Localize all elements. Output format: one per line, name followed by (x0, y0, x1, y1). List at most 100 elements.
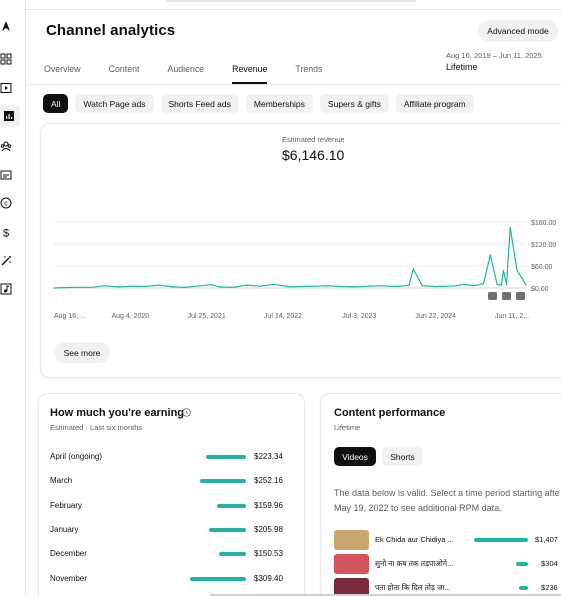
earning-value: $223.34 (254, 452, 283, 461)
data-point (408, 284, 410, 286)
tab-overview[interactable]: Overview (44, 64, 81, 84)
chip-shorts[interactable]: Shorts (382, 447, 423, 466)
earn-icon[interactable]: $ (0, 226, 12, 239)
revenue-filter-chips: All Watch Page ads Shorts Feed ads Membe… (43, 94, 481, 113)
data-point (104, 285, 106, 287)
date-range[interactable]: Aug 16, 2019 – Jun 11, 2025 (446, 51, 542, 60)
svg-text:c: c (4, 201, 8, 208)
audio-library-icon[interactable] (0, 283, 12, 295)
x-tick-label: Jul 3, 2023 (342, 313, 376, 320)
data-point (185, 286, 187, 288)
earning-row: January $205.98 (50, 523, 290, 537)
logo-icon[interactable] (0, 20, 12, 32)
data-point (246, 284, 248, 286)
earning-row: March $252.16 (50, 474, 290, 488)
data-point (77, 286, 79, 288)
revenue-value: $6,146.10 (282, 147, 345, 163)
earning-value: $252.16 (254, 476, 283, 486)
advanced-mode-button[interactable]: Advanced mode (478, 20, 558, 42)
data-point (482, 283, 484, 285)
data-point (132, 285, 134, 287)
tab-content[interactable]: Content (109, 64, 140, 84)
earning-title: How much you're earning (50, 407, 185, 419)
earning-month: February (50, 500, 83, 510)
video-thumbnail[interactable] (334, 554, 369, 574)
video-revenue-bar (516, 562, 528, 566)
data-point (469, 284, 471, 286)
chip-all[interactable]: All (43, 94, 69, 113)
data-point (259, 285, 261, 287)
chip-watch-page-ads[interactable]: Watch Page ads (75, 94, 154, 113)
analytics-icon[interactable] (0, 105, 20, 127)
see-more-button[interactable]: See more (54, 342, 110, 363)
data-point (289, 286, 291, 288)
data-point (394, 285, 397, 288)
tab-trends[interactable]: Trends (295, 64, 322, 84)
data-point (462, 283, 464, 285)
x-tick-label: Jun 22, 2024 (415, 313, 456, 320)
tab-audience[interactable]: Audience (167, 64, 204, 84)
revenue-series-line (53, 226, 527, 289)
tabs-divider (26, 84, 561, 85)
x-tick-label: Jul 25, 2021 (188, 313, 226, 320)
video-revenue-value: $1,407 (535, 535, 558, 544)
chip-affiliate-program[interactable]: Affiliate program (395, 94, 474, 113)
earning-month: January (50, 524, 79, 534)
data-point (435, 285, 437, 288)
video-revenue-value: $304 (541, 559, 558, 568)
chip-videos[interactable]: Videos (334, 447, 376, 466)
revenue-line-chart[interactable]: $0.00 $60.00 $120.00 $180.00 Aug 16, ... Aug … (26, 210, 561, 330)
chip-supers-gifts[interactable]: Supers & gifts (319, 94, 389, 113)
earning-value: $150.53 (254, 549, 283, 559)
tab-revenue[interactable]: Revenue (232, 64, 268, 84)
revenue-label: Estimated revenue (282, 135, 345, 144)
video-revenue-value: $236 (541, 583, 558, 592)
info-icon[interactable] (182, 408, 191, 417)
data-point (368, 285, 370, 287)
annotation-marker-icon (502, 292, 511, 300)
data-point (327, 285, 329, 287)
data-point (232, 286, 234, 288)
analytics-tabs: Overview Content Audience Revenue Trends (44, 64, 350, 84)
earning-value: $309.40 (254, 573, 283, 583)
chip-memberships[interactable]: Memberships (245, 94, 313, 113)
copyright-icon[interactable]: c (0, 197, 12, 209)
customization-icon[interactable] (0, 255, 12, 267)
annotation-marker-icon (516, 292, 525, 300)
video-thumbnail[interactable] (334, 530, 369, 550)
data-point (219, 286, 221, 288)
data-point (381, 285, 383, 287)
y-tick-label: $0.00 (531, 286, 549, 293)
video-title[interactable]: Ek Chida aur Chidiya ... (375, 535, 454, 544)
period-selector[interactable]: Lifetime (446, 62, 478, 72)
data-point (489, 254, 491, 256)
community-icon[interactable] (0, 140, 12, 152)
svg-text:$: $ (3, 228, 9, 239)
y-tick-label: $120.00 (531, 242, 556, 249)
annotation-marker-icon (488, 292, 497, 300)
y-tick-label: $180.00 (531, 220, 556, 227)
data-point (496, 283, 498, 285)
video-row[interactable]: सुनो ना कब तक तड़पाओगे... $304 (334, 554, 561, 574)
subtitles-icon[interactable] (0, 169, 12, 181)
video-row[interactable]: Ek Chida aur Chidiya ... $1,407 (334, 530, 561, 550)
data-point (500, 284, 502, 286)
data-point (455, 285, 457, 287)
data-point (144, 285, 147, 288)
dashboard-icon[interactable] (0, 53, 12, 65)
video-title[interactable]: सुनो ना कब तक तड़पाओगे... (375, 559, 453, 569)
performance-note: The data below is valid. Select a time p… (334, 488, 560, 513)
page-title: Channel analytics (46, 22, 176, 39)
top-bar (26, 0, 561, 10)
earning-bar (208, 527, 246, 532)
video-title[interactable]: पता होता कि दिल तोड़ जा... (375, 583, 451, 593)
chip-shorts-feed-ads[interactable]: Shorts Feed ads (160, 94, 239, 113)
content-icon[interactable] (0, 82, 12, 94)
data-point (198, 285, 200, 287)
data-point (210, 284, 212, 286)
data-point (273, 283, 275, 285)
data-point (53, 287, 55, 289)
earning-value: $159.96 (254, 500, 283, 510)
data-point (90, 286, 93, 288)
data-point (354, 286, 356, 288)
